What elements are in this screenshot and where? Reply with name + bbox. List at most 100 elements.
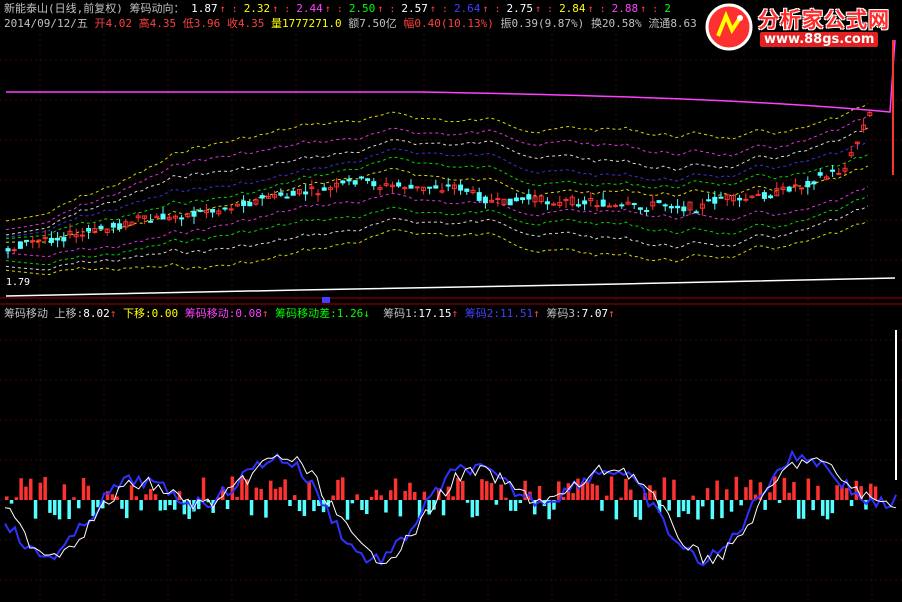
c3-value: 7.07: [581, 307, 609, 320]
candle-body: [606, 205, 612, 208]
histogram-bar: [62, 484, 67, 500]
histogram-bar: [57, 500, 62, 520]
histogram-bar: [638, 500, 643, 520]
histogram-bar: [403, 490, 407, 500]
histogram-bar: [441, 500, 446, 516]
histogram-bar: [705, 488, 710, 500]
histogram-bar: [537, 485, 542, 500]
histogram-bar: [720, 500, 724, 519]
histogram-bar: [801, 500, 806, 519]
sub-title: 筹码移动: [4, 307, 48, 320]
histogram-bar: [273, 488, 278, 500]
candle-body: [458, 184, 464, 191]
candle-body: [148, 220, 154, 223]
histogram-bar: [283, 479, 287, 500]
candle-body: [681, 206, 687, 212]
level-arrow: ↑ :: [377, 4, 396, 15]
candle-body: [761, 192, 767, 199]
chart-canvas[interactable]: [0, 0, 902, 602]
level-arrow: ↑ :: [587, 4, 606, 15]
candle-body: [365, 178, 371, 182]
histogram-bar: [134, 496, 139, 500]
candle-body: [476, 192, 482, 201]
candle-body: [718, 196, 724, 199]
histogram-bar: [91, 500, 95, 517]
histogram-bar: [288, 500, 292, 507]
price-axis-label: 1.79: [6, 277, 31, 288]
histogram-bar: [672, 479, 676, 500]
chip-band-line: [5, 103, 869, 222]
diff-label: 筹码移动差:: [275, 307, 337, 320]
chip-band-line: [5, 186, 869, 257]
low-label: 低: [182, 17, 194, 30]
stock-name: 新能泰山: [4, 2, 48, 15]
oscillator-line-white: [4, 454, 897, 565]
histogram-bar: [849, 500, 854, 506]
level-arrow: ↑ :: [640, 4, 659, 15]
candle-body: [526, 194, 532, 200]
histogram-bar: [782, 477, 787, 500]
histogram-bar: [475, 500, 479, 516]
candle-body: [662, 204, 668, 207]
chip-band-line: [5, 154, 869, 240]
chart-mode: (日线,前复权): [48, 2, 123, 15]
histogram-bar: [38, 482, 43, 500]
histogram-bar: [619, 497, 623, 500]
amount-value: 7.50亿: [359, 17, 397, 30]
candle-body: [575, 204, 581, 207]
candle-body: [544, 201, 550, 205]
histogram-bar: [125, 500, 129, 519]
chip-band-line: [5, 165, 869, 243]
histogram-bar: [686, 500, 691, 514]
histogram-bar: [480, 479, 484, 500]
level-value: 2.64: [453, 2, 481, 15]
level-value: 2.44: [296, 2, 323, 15]
histogram-bar: [749, 479, 753, 500]
c2-value: 11.51: [500, 307, 534, 320]
histogram-bar: [830, 500, 835, 514]
move-arrow: ↑: [261, 307, 269, 320]
histogram-bar: [293, 495, 297, 500]
histogram-bar: [345, 500, 350, 520]
histogram-bar: [302, 500, 307, 516]
histogram-bar: [235, 496, 239, 500]
histogram-bar: [835, 485, 839, 500]
candle-body: [830, 169, 836, 172]
down-value: 0.00: [151, 307, 179, 320]
c2-label: 筹码2:: [464, 307, 500, 320]
candle-body: [24, 239, 30, 242]
histogram-bar: [725, 489, 729, 500]
down-label: 下移:: [123, 307, 152, 320]
move-value: 0.08: [235, 307, 262, 320]
level-value: 2.57: [401, 2, 428, 15]
histogram-bar: [173, 500, 177, 510]
candle-body: [210, 209, 216, 213]
histogram-bar: [230, 476, 235, 500]
candle-body: [30, 240, 36, 243]
histogram-bar: [110, 494, 115, 500]
histogram-bar: [24, 486, 28, 500]
histogram-bar: [633, 500, 638, 518]
candle-body: [358, 176, 364, 179]
candle-body: [259, 195, 265, 199]
histogram-bar: [115, 496, 119, 500]
diff-value: 1.26: [336, 307, 364, 320]
histogram-bar: [422, 491, 427, 500]
amp-value: 0.39(9.87%): [511, 17, 585, 30]
candle-body: [110, 222, 116, 228]
candle-body: [786, 186, 792, 192]
histogram-bar: [456, 477, 460, 500]
candle-body: [482, 196, 488, 204]
candle-body: [675, 205, 681, 209]
candle-body: [396, 182, 402, 187]
histogram-bar: [398, 500, 403, 517]
candle-body: [513, 197, 519, 202]
histogram-bar: [249, 500, 254, 516]
chip-bottom-line: [5, 277, 896, 297]
level-list: 1.87 ↑ :2.32 ↑ :2.44 ↑ :2.50 ↑ :2.57 ↑ :2.64 ↑…: [191, 2, 673, 15]
level-value: 2.84: [559, 2, 586, 15]
quote-date: 2014/09/12/五: [4, 17, 88, 30]
histogram-bar: [485, 481, 489, 500]
vol-label: 量: [270, 17, 282, 30]
candle-body: [743, 198, 749, 201]
